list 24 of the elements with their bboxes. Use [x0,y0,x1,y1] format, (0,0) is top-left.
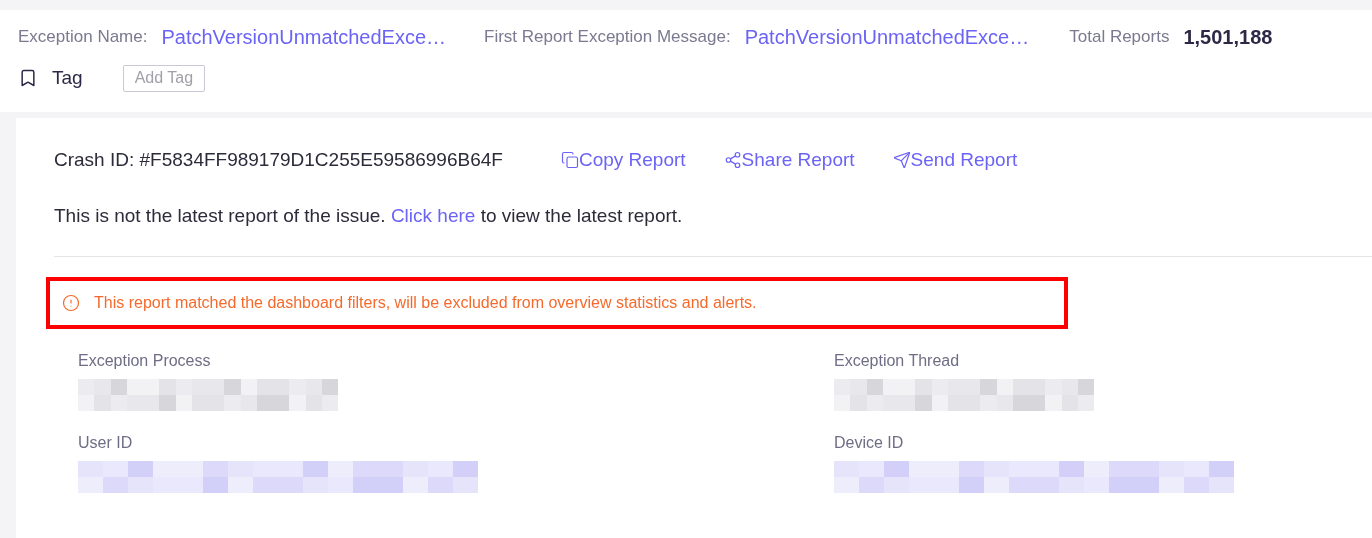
field-label: Exception Name: [18,26,148,49]
tag-label: Tag [52,66,83,90]
report-action-link[interactable]: Copy Report [560,146,686,175]
crash-id: Crash ID: #F5834FF989179D1C255E59586996B64F [54,148,503,172]
send-icon [892,151,911,170]
warning-icon [62,294,80,312]
field-label: Exception Thread [834,351,961,371]
exception-link[interactable]: PatchVersionUnmatchedExce… [744,22,1030,52]
warning-text: This report matched the dashboard filters, will be excluded from overview statistics and alerts. [94,293,757,313]
exception-link[interactable]: PatchVersionUnmatchedExce… [161,22,447,52]
copy-icon [560,151,579,170]
notice-text: This is not the latest report of the issue. Click here to view the latest report. [54,203,684,228]
field-label: Device ID [834,433,905,453]
report-action-link[interactable]: Share Report [723,146,855,175]
field-label: Total Reports [1069,26,1170,49]
bookmark-icon [18,68,38,89]
share-icon [723,151,742,170]
field-label: User ID [78,433,134,453]
click-here-link[interactable]: Click here [390,204,476,226]
add-tag-button[interactable]: Add Tag [122,64,206,92]
field-label: Exception Process [78,351,212,371]
report-action-link[interactable]: Send Report [892,146,1018,175]
field-label: First Report Exception Message: [484,26,731,49]
total-count: 1,501,188 [1183,25,1273,50]
